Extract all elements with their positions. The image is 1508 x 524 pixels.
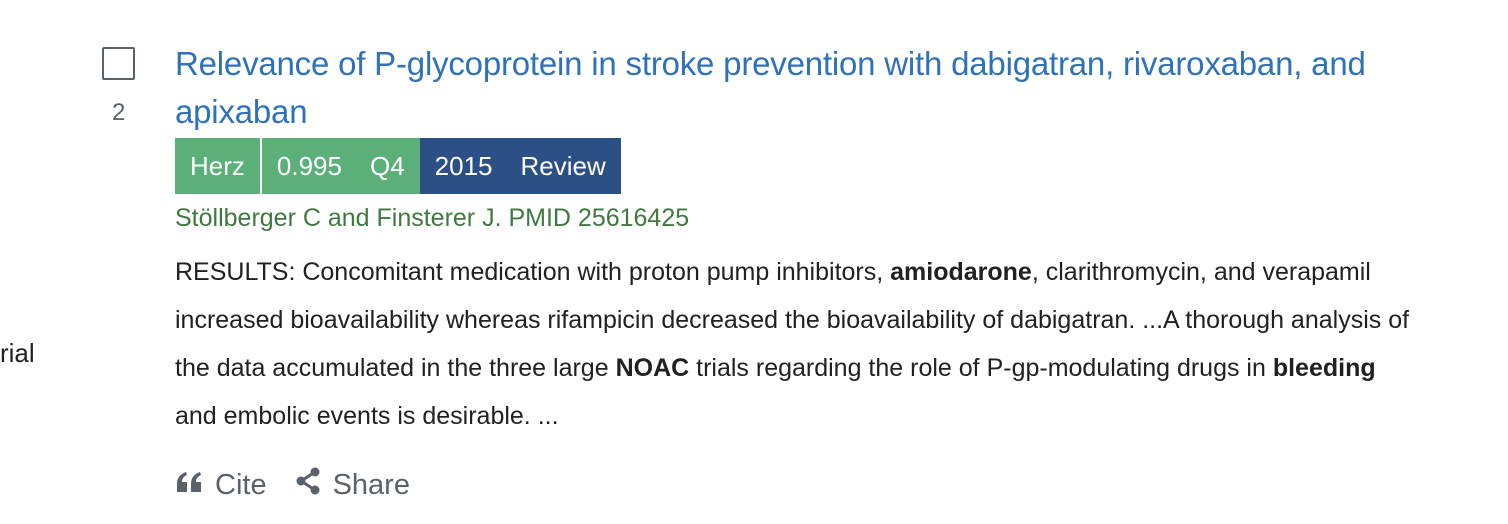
result-selector: 2 [102, 47, 174, 126]
journal-badge: Herz [175, 138, 260, 194]
cite-button[interactable]: Cite [175, 469, 267, 502]
share-icon [295, 467, 333, 503]
quote-icon [175, 469, 215, 502]
result-title-link[interactable]: Relevance of P-glycoprotein in stroke pr… [175, 40, 1465, 136]
snippet-highlight: NOAC [615, 354, 690, 382]
result-snippet: RESULTS: Concomitant medication with pro… [175, 248, 1415, 440]
result-citation: Stöllberger C and Finsterer J. PMID 2561… [175, 204, 690, 232]
cite-label: Cite [215, 468, 267, 501]
sidebar-text-fragment: rial [0, 338, 35, 368]
search-result: Relevance of P-glycoprotein in stroke pr… [175, 40, 1465, 503]
publication-type: Review [520, 150, 606, 181]
year-type-badge: 2015 Review [419, 138, 621, 194]
journal-name: Herz [190, 150, 245, 181]
snippet-highlight: amiodarone [890, 258, 1032, 286]
share-label: Share [332, 468, 410, 501]
search-result-page: rial 2 Relevance of P-glycoprotein in st… [0, 0, 1508, 524]
result-number: 2 [112, 99, 126, 126]
snippet-highlight: bleeding [1272, 354, 1376, 382]
snippet-text: trials regarding the role of P-gp-modula… [689, 354, 1273, 382]
quartile: Q4 [369, 150, 405, 181]
snippet-text: RESULTS: Concomitant medication with pro… [175, 258, 891, 286]
publication-year: 2015 [434, 150, 493, 181]
impact-badge: 0.995 Q4 [259, 138, 420, 194]
share-button[interactable]: Share [295, 467, 410, 503]
result-actions: Cite Share [175, 467, 1465, 503]
snippet-text: and embolic events is desirable. ... [175, 402, 559, 430]
result-checkbox[interactable] [102, 47, 135, 80]
result-badges: Herz 0.995 Q4 2015 Review [175, 138, 1465, 194]
impact-factor: 0.995 [276, 150, 342, 181]
